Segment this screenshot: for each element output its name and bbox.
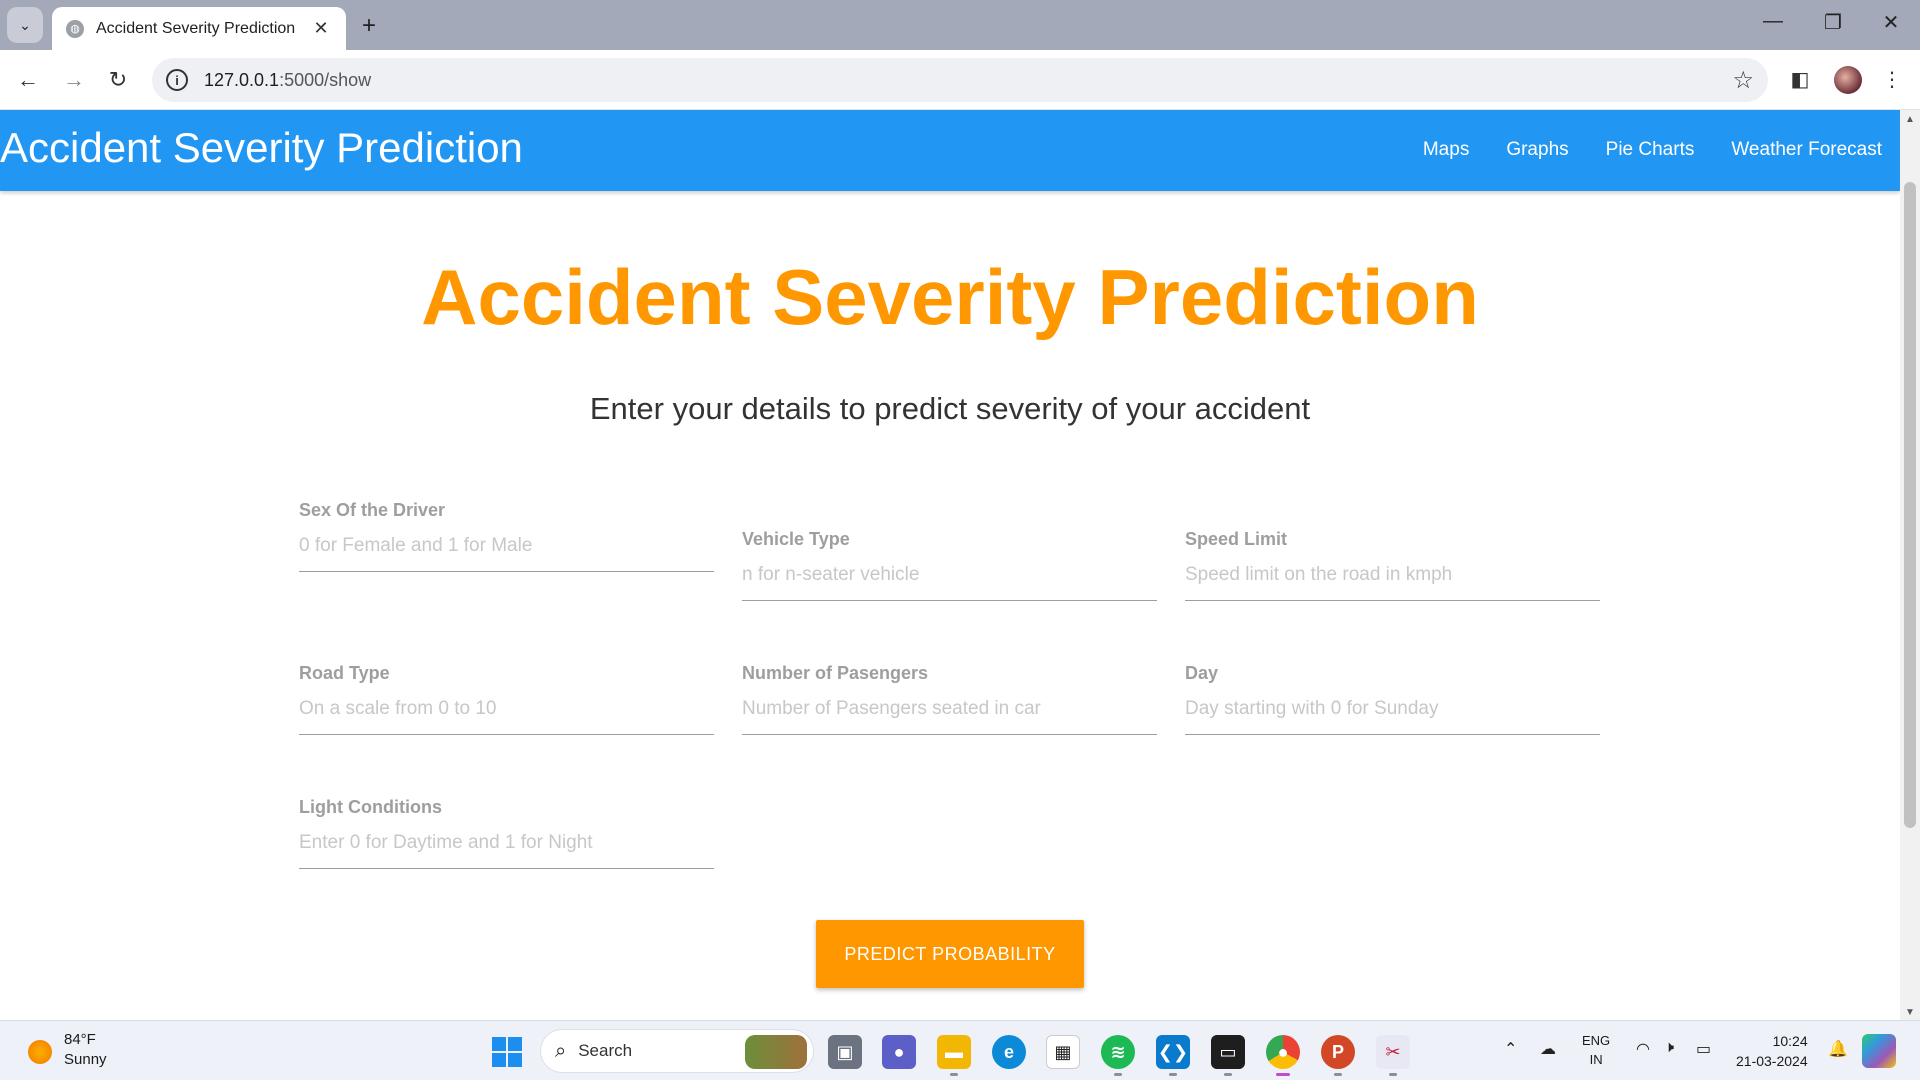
weather-description[interactable]: Sunny [64, 1051, 107, 1068]
back-arrow-icon[interactable]: ← [12, 64, 44, 96]
page-viewport: Accident Severity Prediction Maps Graphs… [0, 110, 1900, 1020]
browser-toolbar: ← → ↻ i 127.0.0.1:5000/show ☆ ◧ ⋮ [0, 50, 1920, 110]
edge-browser-icon[interactable]: e [992, 1035, 1026, 1069]
taskbar-search-label: Search [578, 1041, 633, 1060]
tab-search-chevron-icon[interactable]: ⌄ [7, 7, 43, 43]
nav-links: Maps Graphs Pie Charts Weather Forecast [1423, 139, 1882, 161]
snipping-tool-icon[interactable]: ✂ [1376, 1035, 1410, 1069]
nav-link-graphs[interactable]: Graphs [1506, 139, 1568, 161]
clock-time: 10:24 [1772, 1033, 1808, 1049]
language-indicator[interactable]: ENG IN [1582, 1031, 1610, 1069]
field-day: Day [1185, 663, 1600, 735]
running-indicator [1389, 1073, 1397, 1076]
url-host: 127.0.0.1 [204, 69, 280, 90]
field-label: Road Type [299, 663, 390, 683]
microsoft-store-icon[interactable]: ▦ [1046, 1035, 1080, 1069]
site-info-icon[interactable]: i [166, 69, 188, 91]
close-icon[interactable]: ✕ [310, 18, 332, 39]
running-indicator [1169, 1073, 1177, 1076]
page-title: Accident Severity Prediction [421, 253, 1479, 341]
profile-avatar[interactable] [1834, 66, 1862, 94]
vscode-icon[interactable]: ❮❯ [1156, 1035, 1190, 1069]
predict-probability-button[interactable]: PREDICT PROBABILITY [816, 920, 1084, 988]
field-label: Speed Limit [1185, 529, 1288, 549]
page-subtitle: Enter your details to predict severity o… [589, 391, 1311, 426]
speed-limit-input[interactable] [1185, 560, 1600, 601]
vehicle-type-input[interactable] [742, 560, 1157, 601]
powerpoint-icon[interactable]: P [1321, 1035, 1355, 1069]
bookmark-star-icon[interactable]: ☆ [1732, 66, 1754, 95]
windows-start-icon[interactable] [492, 1037, 522, 1067]
weather-temperature[interactable]: 84°F [64, 1031, 96, 1048]
running-indicator [1334, 1073, 1342, 1076]
region-code: IN [1589, 1052, 1603, 1067]
restore-icon[interactable]: ❐ [1818, 10, 1848, 35]
terminal-icon[interactable]: ▭ [1211, 1035, 1245, 1069]
taskbar-search-box[interactable]: ⌕ Search [540, 1029, 814, 1073]
globe-icon: ◍ [66, 19, 84, 38]
road-type-input[interactable] [299, 694, 714, 735]
field-label: Light Conditions [299, 797, 442, 817]
notification-bell-icon[interactable]: 🔔 [1828, 1039, 1848, 1059]
active-app-indicator [1276, 1073, 1290, 1076]
system-clock[interactable]: 10:24 21-03-2024 [1736, 1031, 1808, 1071]
sun-weather-icon[interactable] [28, 1040, 52, 1064]
field-label: Sex Of the Driver [299, 500, 446, 520]
spotify-icon[interactable]: ≋ [1101, 1035, 1135, 1069]
copilot-icon[interactable] [1862, 1034, 1896, 1068]
scrollbar-thumb[interactable] [1904, 182, 1916, 828]
menu-kebab-icon[interactable]: ⋮ [1876, 64, 1908, 96]
site-navbar: Accident Severity Prediction Maps Graphs… [0, 110, 1900, 191]
field-label: Day [1185, 663, 1219, 683]
page-scrollbar[interactable]: ▲ ▼ [1900, 110, 1920, 1020]
chrome-icon[interactable]: ● [1266, 1035, 1300, 1069]
running-indicator [950, 1073, 958, 1076]
nav-link-weather-forecast[interactable]: Weather Forecast [1731, 139, 1882, 161]
side-panel-icon[interactable]: ◧ [1784, 64, 1816, 96]
windows-taskbar: 84°F Sunny ⌕ Search ▣ ● ▬ e ▦ ≋ ❮❯ ▭ ● P… [0, 1020, 1920, 1080]
wifi-icon[interactable]: ◠ [1636, 1039, 1650, 1059]
field-vehicle-type: Vehicle Type [742, 529, 1157, 601]
scroll-up-arrow-icon[interactable]: ▲ [1900, 114, 1920, 125]
browser-tab[interactable]: ◍ Accident Severity Prediction ✕ [52, 7, 346, 50]
field-number-of-passengers: Number of Pasengers [742, 663, 1157, 735]
field-sex-of-driver: Sex Of the Driver [299, 500, 714, 572]
clock-date: 21-03-2024 [1736, 1053, 1808, 1069]
nav-link-maps[interactable]: Maps [1423, 139, 1469, 161]
forward-arrow-icon[interactable]: → [58, 64, 90, 96]
scroll-down-arrow-icon[interactable]: ▼ [1900, 1007, 1920, 1018]
url-path: :5000/show [279, 69, 372, 90]
number-of-passengers-input[interactable] [742, 694, 1157, 735]
field-light-conditions: Light Conditions [299, 797, 714, 869]
task-view-icon[interactable]: ▣ [828, 1035, 862, 1069]
speaker-muted-icon[interactable]: 🕨 [1664, 1039, 1674, 1057]
chevron-up-icon[interactable]: ⌃ [1504, 1039, 1517, 1059]
field-label: Vehicle Type [742, 529, 850, 549]
onedrive-cloud-icon[interactable]: ☁ [1540, 1039, 1556, 1059]
nav-link-pie-charts[interactable]: Pie Charts [1606, 139, 1695, 161]
brand-logo-text[interactable]: Accident Severity Prediction [0, 124, 523, 172]
new-tab-plus-icon[interactable]: + [356, 12, 382, 40]
language-code: ENG [1582, 1033, 1611, 1048]
window-close-icon[interactable]: ✕ [1876, 10, 1906, 35]
field-road-type: Road Type [299, 663, 714, 735]
browser-tab-strip: ⌄ ◍ Accident Severity Prediction ✕ + — ❐… [0, 0, 1920, 50]
teams-chat-icon[interactable]: ● [882, 1035, 916, 1069]
sex-of-driver-input[interactable] [299, 531, 714, 572]
running-indicator [1114, 1073, 1122, 1076]
reload-icon[interactable]: ↻ [102, 64, 134, 96]
light-conditions-input[interactable] [299, 828, 714, 869]
running-indicator [1224, 1073, 1232, 1076]
field-speed-limit: Speed Limit [1185, 529, 1600, 601]
battery-icon[interactable]: ▭ [1696, 1039, 1711, 1059]
minimize-icon[interactable]: — [1758, 10, 1788, 33]
search-highlight-image [745, 1035, 807, 1069]
day-input[interactable] [1185, 694, 1600, 735]
search-icon: ⌕ [555, 1039, 567, 1062]
field-label: Number of Pasengers [742, 663, 929, 683]
tab-title: Accident Severity Prediction [96, 19, 296, 37]
address-bar[interactable]: i 127.0.0.1:5000/show ☆ [152, 58, 1768, 102]
file-explorer-icon[interactable]: ▬ [937, 1035, 971, 1069]
